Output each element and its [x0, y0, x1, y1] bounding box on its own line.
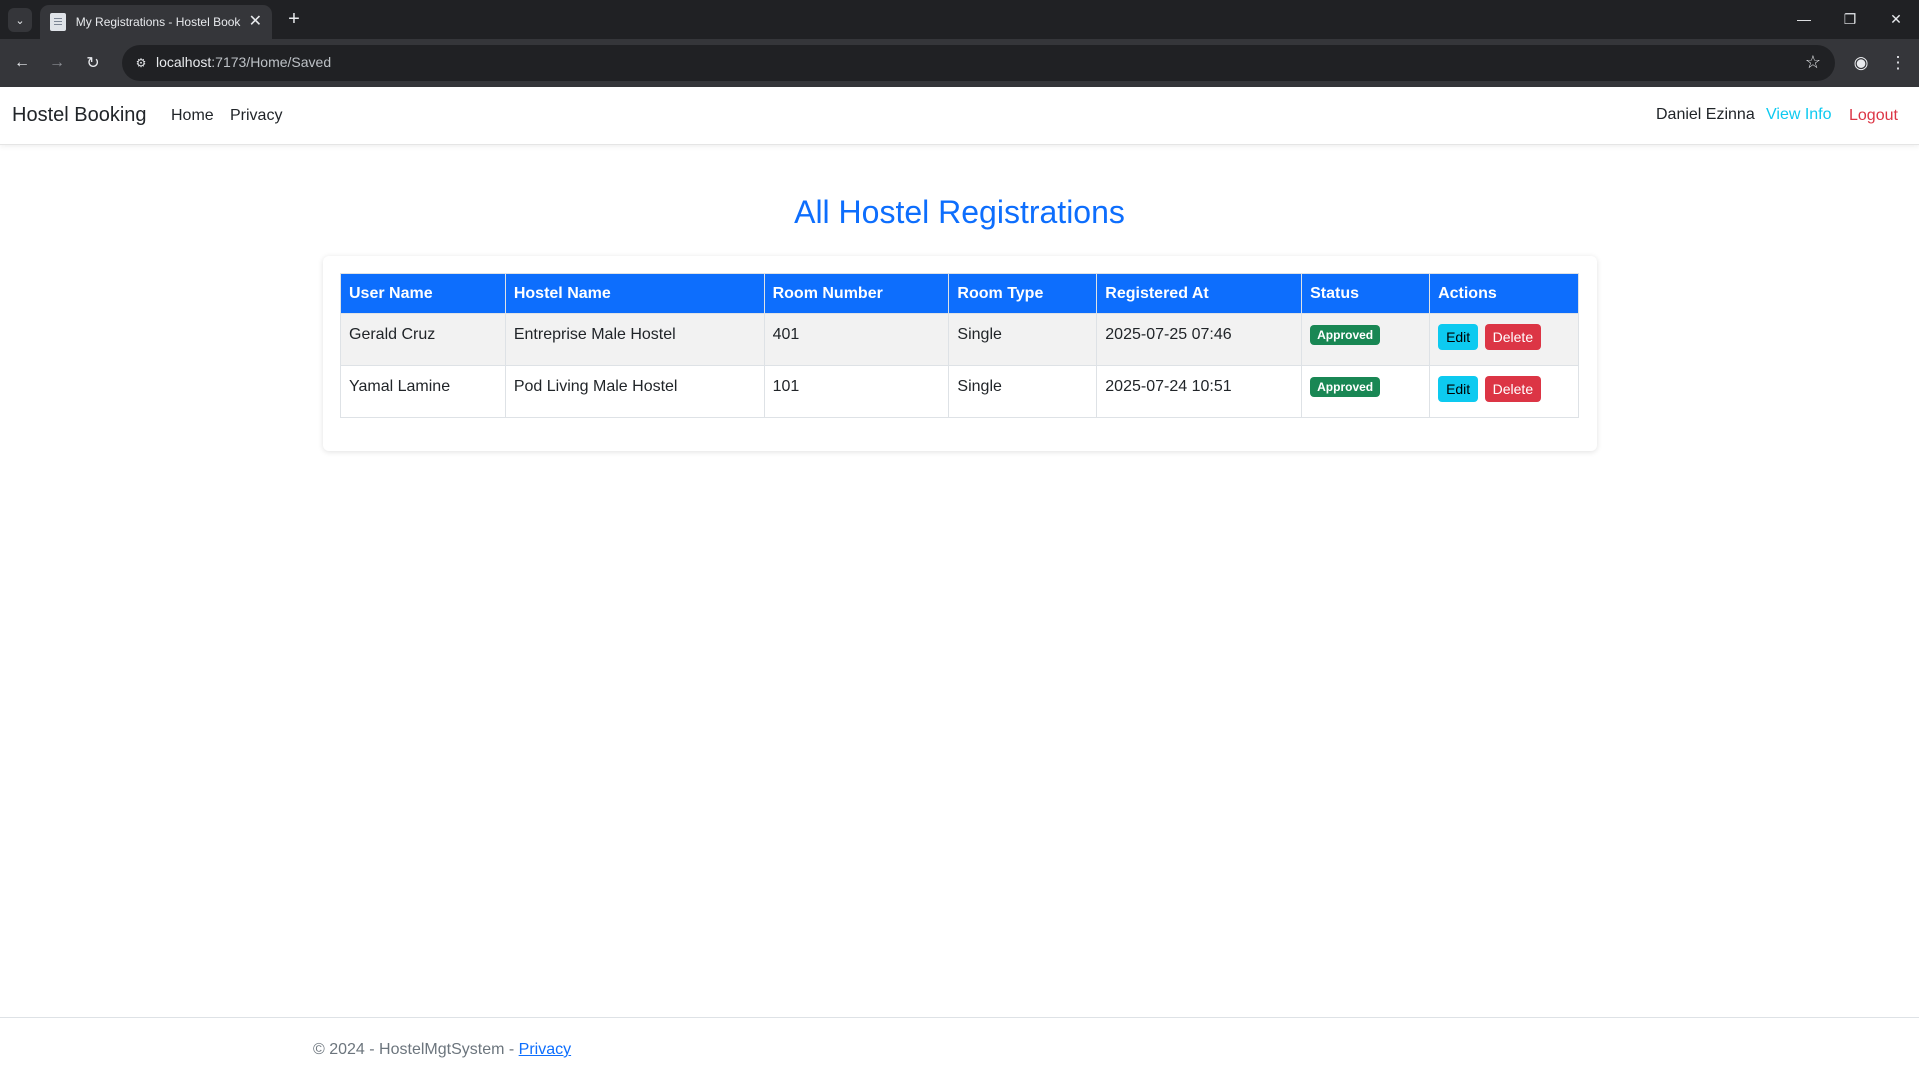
window-close-icon[interactable]: ✕ [1884, 7, 1908, 31]
kebab-menu-icon[interactable]: ⋮ [1886, 51, 1910, 75]
page-favicon-icon [50, 13, 66, 31]
cell-status: Approved [1301, 365, 1431, 418]
browser-tab[interactable]: My Registrations - Hostel Booki ✕ [40, 5, 272, 39]
cell-hostel-name: Entreprise Male Hostel [504, 313, 765, 366]
cell-room-type: Single [948, 313, 1098, 366]
view-info-link[interactable]: View Info [1766, 106, 1832, 124]
url-path: :7173/Home/Saved [211, 54, 332, 70]
cell-user-name: Gerald Cruz [340, 313, 506, 366]
cell-actions: Edit Delete [1429, 313, 1579, 366]
minimize-icon[interactable]: — [1792, 7, 1816, 31]
plus-icon[interactable]: + [282, 7, 306, 31]
browser-toolbar: ← → ↻ ⚙ localhost:7173/Home/Saved ☆ ◉ ⋮ [0, 39, 1919, 87]
tab-title: My Registrations - Hostel Booki [75, 15, 241, 29]
page-title: All Hostel Registrations [794, 194, 1125, 230]
logout-link[interactable]: Logout [1849, 107, 1898, 125]
column-header-user-name: User Name [340, 273, 506, 314]
url-host: localhost [156, 54, 212, 70]
status-badge: Approved [1310, 377, 1381, 397]
cell-status: Approved [1301, 313, 1431, 366]
registrations-card: User Name Hostel Name Room Number Room T… [323, 256, 1597, 451]
table-row: Gerald Cruz Entreprise Male Hostel 401 S… [340, 313, 1579, 366]
nav-privacy-link[interactable]: Privacy [230, 107, 282, 125]
cell-hostel-name: Pod Living Male Hostel [504, 365, 765, 418]
delete-button[interactable]: Delete [1484, 376, 1542, 402]
cell-registered-at: 2025-07-25 07:46 [1096, 313, 1303, 366]
cell-registered-at: 2025-07-24 10:51 [1096, 365, 1303, 418]
footer-copyright: © 2024 - HostelMgtSystem - [313, 1041, 519, 1058]
footer-text: © 2024 - HostelMgtSystem - Privacy [313, 1041, 571, 1059]
column-header-status: Status [1301, 273, 1431, 314]
close-icon[interactable]: ✕ [249, 14, 262, 30]
status-badge: Approved [1310, 325, 1381, 345]
restore-icon[interactable]: ❐ [1838, 7, 1862, 31]
star-icon[interactable]: ☆ [1805, 52, 1821, 73]
edit-button[interactable]: Edit [1438, 376, 1479, 402]
browser-tabbar: ⌄ My Registrations - Hostel Booki ✕ + — … [0, 0, 1919, 39]
cell-room-number: 401 [763, 313, 950, 366]
forward-icon[interactable]: → [45, 51, 69, 75]
tab-list-icon[interactable]: ⌄ [8, 8, 32, 32]
table-header-row: User Name Hostel Name Room Number Room T… [340, 273, 1579, 314]
brand-link[interactable]: Hostel Booking [12, 104, 147, 127]
cell-room-type: Single [948, 365, 1098, 418]
cell-user-name: Yamal Lamine [340, 365, 506, 418]
footer-privacy-link[interactable]: Privacy [519, 1041, 571, 1058]
table-row: Yamal Lamine Pod Living Male Hostel 101 … [340, 365, 1579, 418]
cell-room-number: 101 [763, 365, 950, 418]
page-footer: © 2024 - HostelMgtSystem - Privacy [0, 1017, 1919, 1079]
edit-button[interactable]: Edit [1438, 324, 1479, 350]
user-name: Daniel Ezinna [1656, 106, 1755, 123]
registrations-table: User Name Hostel Name Room Number Room T… [340, 273, 1579, 418]
back-icon[interactable]: ← [10, 51, 34, 75]
reload-icon[interactable]: ↻ [81, 51, 105, 75]
nav-home-link[interactable]: Home [171, 107, 214, 125]
column-header-room-number: Room Number [763, 273, 950, 314]
column-header-registered-at: Registered At [1096, 273, 1303, 314]
address-bar[interactable]: ⚙ localhost:7173/Home/Saved ☆ [122, 45, 1835, 81]
site-info-icon[interactable]: ⚙ [132, 54, 150, 72]
delete-button[interactable]: Delete [1484, 324, 1542, 350]
app-navbar: Hostel Booking Home Privacy Daniel Ezinn… [0, 87, 1919, 145]
profile-icon[interactable]: ◉ [1849, 51, 1873, 75]
url-text[interactable]: localhost:7173/Home/Saved [156, 54, 331, 70]
column-header-actions: Actions [1429, 273, 1579, 314]
column-header-hostel-name: Hostel Name [504, 273, 765, 314]
column-header-room-type: Room Type [948, 273, 1098, 314]
cell-actions: Edit Delete [1429, 365, 1579, 418]
